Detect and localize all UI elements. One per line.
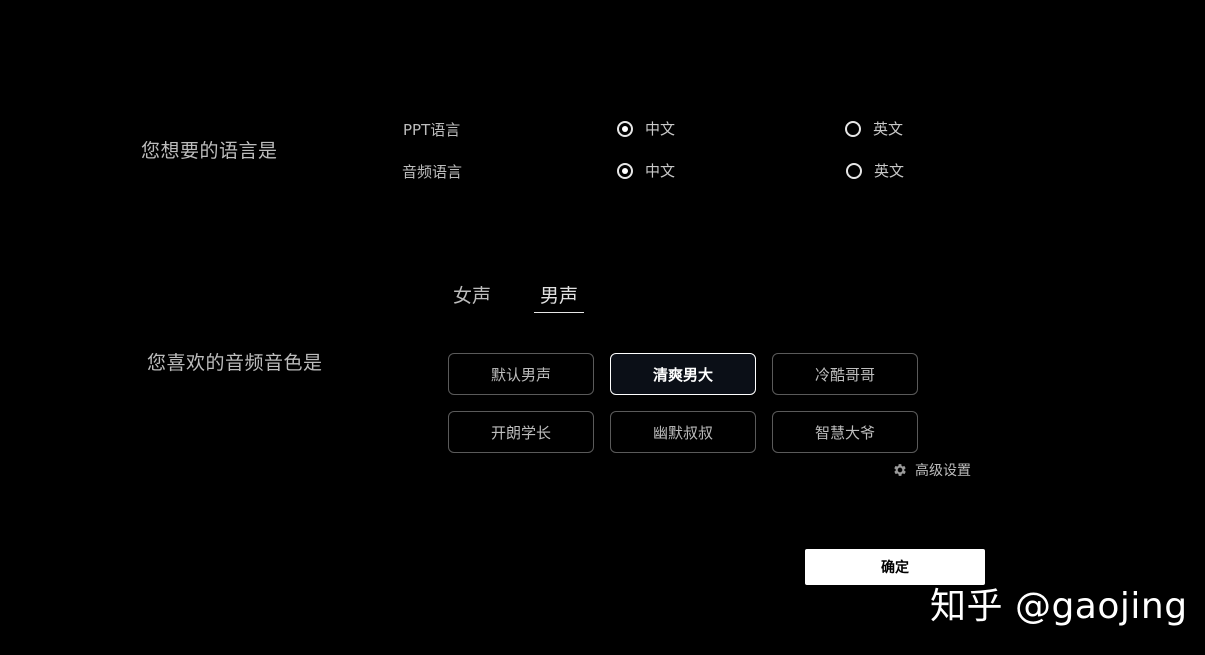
radio-unchecked-icon [846,162,862,179]
audio-language-chinese-radio[interactable]: 中文 [617,160,675,181]
radio-label: 英文 [873,120,904,138]
ppt-language-label: PPT语言 [403,121,461,139]
voice-option-fresh-male[interactable]: 清爽男大 [610,353,756,395]
audio-language-label: 音频语言 [402,163,463,181]
voice-option-default-male[interactable]: 默认男声 [448,353,594,395]
active-tab-underline [534,312,584,313]
radio-checked-icon [617,120,633,137]
tab-female-voice[interactable]: 女声 [453,281,491,308]
tab-male-voice[interactable]: 男声 [540,281,578,308]
language-section-title: 您想要的语言是 [141,140,278,162]
ppt-language-chinese-radio[interactable]: 中文 [617,118,675,139]
watermark-text: 知乎 @gaojing [930,586,1188,627]
radio-label: 英文 [874,162,905,180]
voice-option-cool-brother[interactable]: 冷酷哥哥 [772,353,918,395]
radio-label: 中文 [645,120,676,138]
radio-unchecked-icon [845,120,861,137]
advanced-settings-label: 高级设置 [915,463,971,479]
voice-section-title: 您喜欢的音频音色是 [147,352,323,374]
advanced-settings-link[interactable]: 高级设置 [892,460,971,480]
gear-icon [894,464,906,476]
voice-option-humorous-uncle[interactable]: 幽默叔叔 [610,411,756,453]
voice-option-cheerful-senior[interactable]: 开朗学长 [448,411,594,453]
radio-checked-icon [617,162,633,179]
ppt-language-english-radio[interactable]: 英文 [845,118,903,139]
voice-option-wise-grandpa[interactable]: 智慧大爷 [772,411,918,453]
audio-language-english-radio[interactable]: 英文 [846,160,904,181]
radio-label: 中文 [645,162,676,180]
